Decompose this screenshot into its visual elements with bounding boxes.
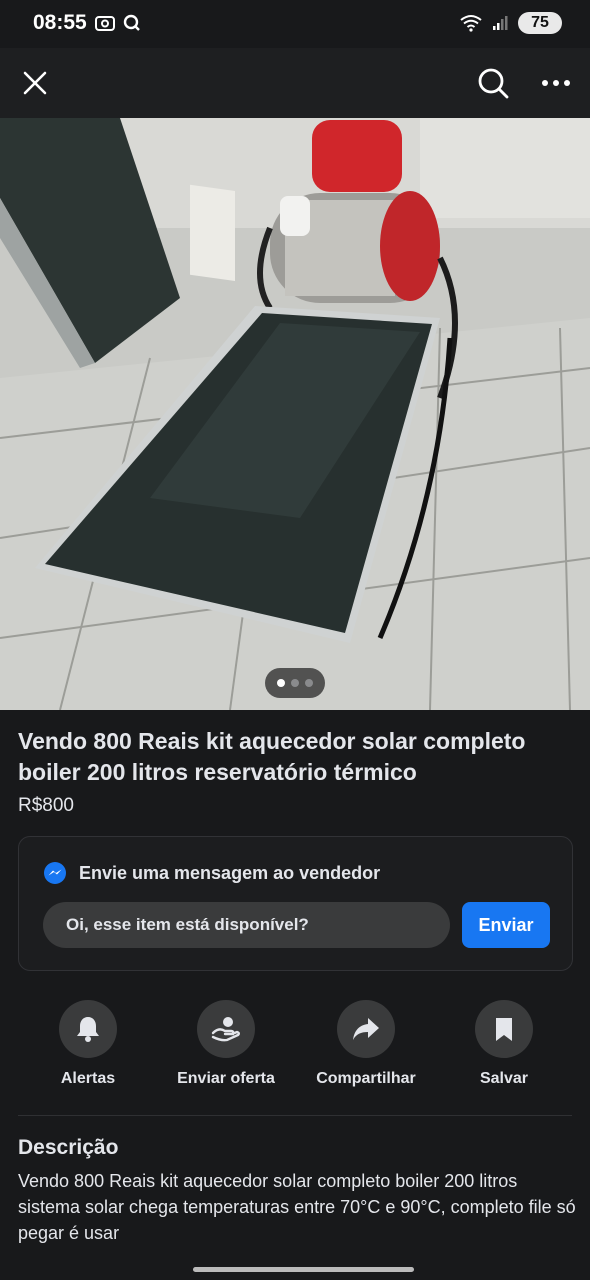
save-button[interactable]: Salvar	[434, 1000, 574, 1088]
wifi-icon	[460, 15, 482, 32]
battery-level: 75	[531, 14, 549, 31]
share-icon	[353, 1018, 379, 1040]
carousel-indicator[interactable]	[265, 668, 325, 698]
send-button[interactable]: Enviar	[462, 902, 550, 948]
status-notification-icons	[95, 14, 141, 32]
description-heading: Descrição	[18, 1136, 119, 1159]
listing-price: R$800	[18, 795, 74, 816]
share-button[interactable]: Compartilhar	[296, 1000, 436, 1088]
description-text: Vendo 800 Reais kit aquecedor solar comp…	[18, 1171, 576, 1243]
carousel-dot[interactable]	[305, 679, 313, 687]
carousel-dot[interactable]	[277, 679, 285, 687]
divider	[18, 1115, 572, 1116]
message-input[interactable]: Oi, esse item está disponível?	[43, 902, 450, 948]
more-options-button[interactable]	[536, 63, 576, 103]
bell-icon	[77, 1017, 99, 1042]
bookmark-icon	[496, 1018, 512, 1041]
close-icon	[23, 71, 47, 95]
more-icon	[542, 80, 570, 86]
message-seller-card: Envie uma mensagem ao vendedor Oi, esse …	[18, 836, 573, 971]
listing-photo-image	[0, 118, 590, 710]
send-offer-circle[interactable]	[197, 1000, 255, 1058]
search-icon	[478, 68, 509, 99]
home-indicator[interactable]	[193, 1267, 414, 1272]
offer-icon	[211, 1017, 240, 1042]
search-button[interactable]	[473, 63, 513, 103]
status-time: 08:55	[33, 11, 87, 34]
save-label: Salvar	[479, 1070, 529, 1087]
top-bar	[0, 48, 590, 118]
message-header-text: Envie uma mensagem ao vendedor	[79, 862, 381, 883]
screenshot-icon	[95, 16, 115, 31]
status-right: 75	[460, 12, 562, 34]
send-offer-label: Enviar oferta	[177, 1070, 275, 1087]
alerts-label: Alertas	[60, 1070, 116, 1087]
alerts-button[interactable]: Alertas	[18, 1000, 158, 1088]
close-button[interactable]	[15, 63, 55, 103]
send-offer-button[interactable]: Enviar oferta	[156, 1000, 296, 1088]
messenger-icon	[44, 862, 66, 884]
signal-icon	[493, 16, 508, 30]
share-label: Compartilhar	[316, 1070, 416, 1087]
listing-photo[interactable]: 3	[0, 118, 590, 710]
listing-title: Vendo 800 Reais kit aquecedor solar comp…	[18, 728, 526, 785]
share-circle[interactable]	[337, 1000, 395, 1058]
search-notification-icon	[123, 14, 140, 31]
status-bar: 08:55 75	[0, 0, 590, 48]
alerts-circle[interactable]	[59, 1000, 117, 1058]
save-circle[interactable]	[475, 1000, 533, 1058]
carousel-dot[interactable]	[291, 679, 299, 687]
message-header: Envie uma mensagem ao vendedor	[43, 861, 380, 885]
battery-indicator: 75	[518, 12, 562, 34]
action-row: Alertas Enviar oferta Compartilhar Salva…	[0, 1000, 590, 1100]
